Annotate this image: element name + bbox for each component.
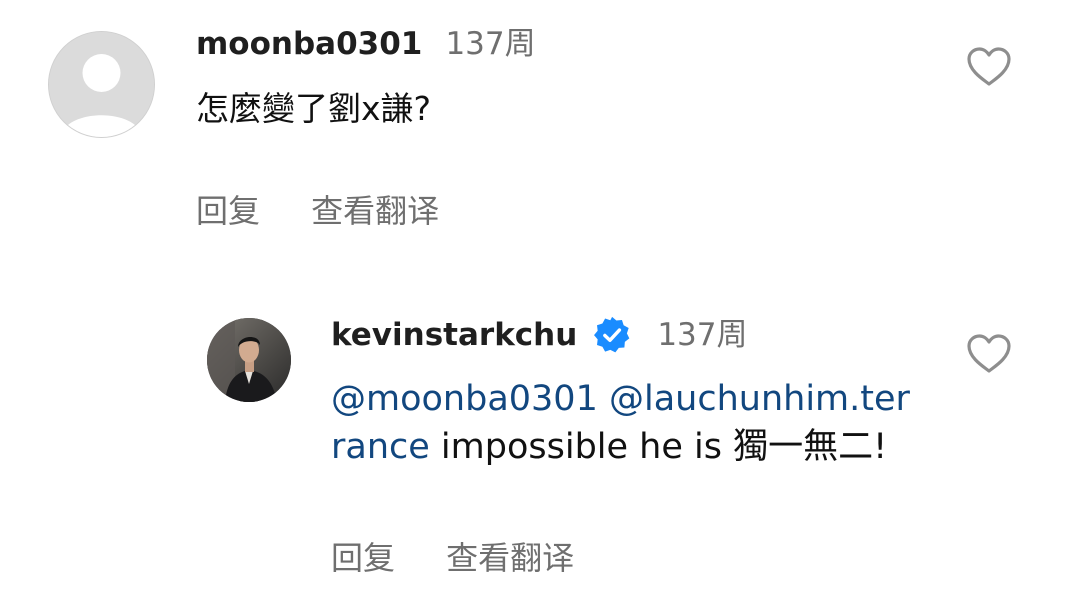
reply-like-button[interactable] <box>966 333 1012 379</box>
verified-badge-icon <box>594 316 630 353</box>
avatar[interactable] <box>48 31 155 138</box>
heart-outline-icon <box>967 47 1011 86</box>
comment-header: moonba0301 137周 <box>196 29 536 60</box>
reply-avatar[interactable] <box>207 318 291 402</box>
see-translation-button[interactable]: 查看翻译 <box>311 192 439 230</box>
reply-timestamp: 137周 <box>657 316 748 353</box>
heart-outline-icon <box>967 334 1011 373</box>
comment-username[interactable]: moonba0301 <box>196 26 422 62</box>
like-button[interactable] <box>966 46 1012 92</box>
reply-header: kevinstarkchu 137周 <box>331 316 748 354</box>
reply-actions: 回复 查看翻译 <box>331 542 574 574</box>
reply-button[interactable]: 回复 <box>331 539 395 577</box>
reply-text: @moonba0301 @lauchunhim.terrance impossi… <box>331 375 921 471</box>
comment-text: 怎麼變了劉x謙? <box>196 89 432 128</box>
see-translation-button[interactable]: 查看翻译 <box>446 539 574 577</box>
reply-button[interactable]: 回复 <box>196 192 260 230</box>
default-user-icon <box>49 32 154 137</box>
comment-timestamp: 137周 <box>445 26 536 62</box>
reply-body: impossible he is 獨一無二! <box>429 427 888 467</box>
reply-username[interactable]: kevinstarkchu <box>331 319 577 351</box>
profile-photo <box>207 318 291 402</box>
mention-link[interactable]: @moonba0301 <box>331 379 598 419</box>
comment-actions: 回复 查看翻译 <box>196 195 439 227</box>
